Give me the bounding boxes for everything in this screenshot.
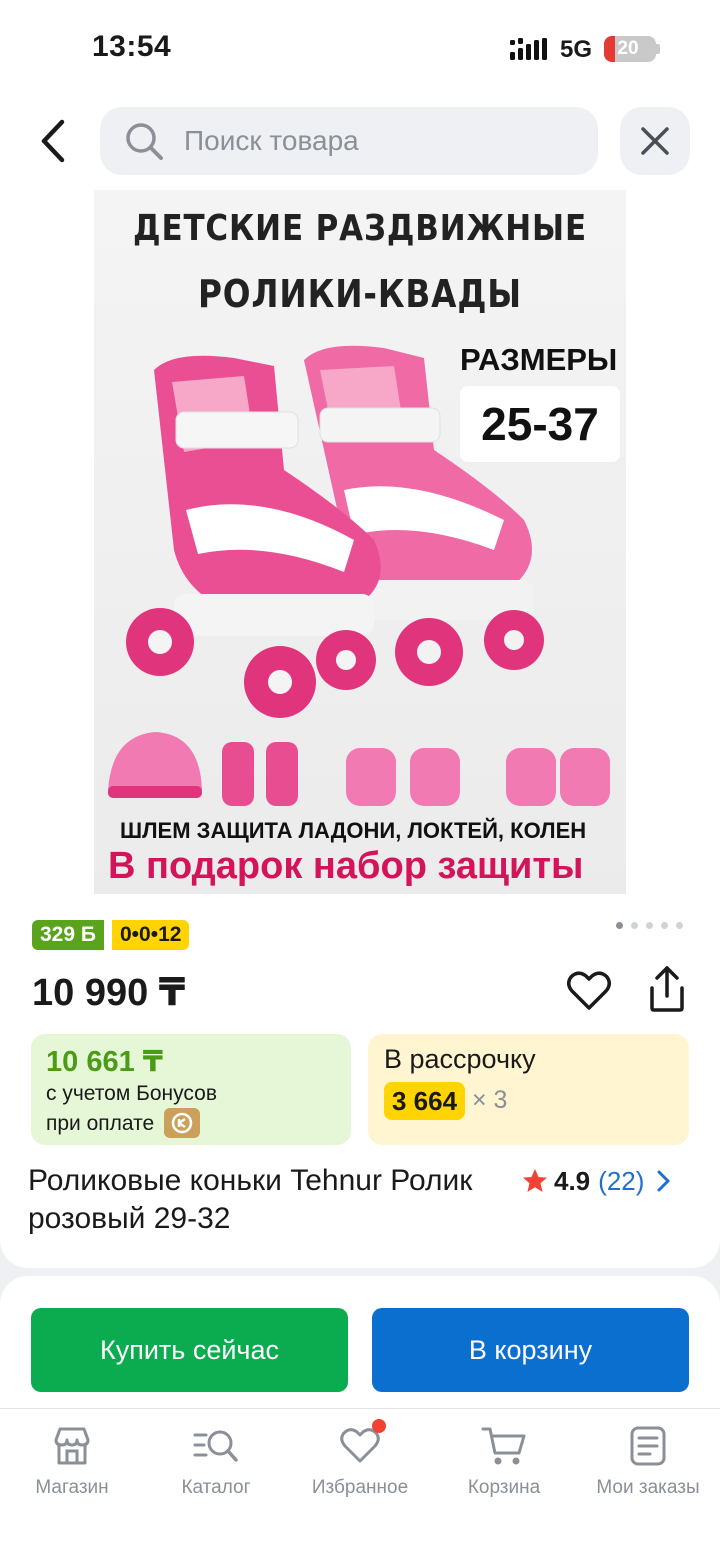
tab-cart[interactable]: Корзина — [432, 1409, 576, 1519]
gallery-dot — [676, 922, 683, 929]
shop-icon — [54, 1427, 90, 1465]
installment-multiplier: × 3 — [472, 1086, 508, 1114]
protection-set — [108, 732, 610, 806]
close-icon — [641, 127, 669, 155]
heart-icon — [567, 971, 611, 1010]
image-caption: ШЛЕМ ЗАЩИТА ЛАДОНИ, ЛОКТЕЙ, КОЛЕН — [120, 818, 587, 843]
roller-skates-illustration — [108, 345, 610, 806]
favorites-notification-dot — [372, 1419, 386, 1433]
buy-now-button[interactable]: Купить сейчас — [31, 1308, 348, 1392]
tab-label: Мои заказы — [596, 1477, 700, 1498]
catalog-icon — [193, 1430, 238, 1462]
status-bar: 13:54 5G 20 — [0, 0, 720, 96]
action-panel: Купить сейчас В корзину — [0, 1276, 720, 1408]
network-type: 5G — [560, 36, 593, 63]
search-icon — [126, 123, 163, 160]
tab-orders[interactable]: Мои заказы — [576, 1409, 720, 1519]
product-title: Роликовые коньки Tehnur Ролик розовый 29… — [28, 1164, 473, 1235]
product-card: 13:54 5G 20 Поиск товара ДЕТСКИЕ РАЗДВИЖ… — [0, 0, 720, 1268]
product-image[interactable]: ДЕТСКИЕ РАЗДВИЖНЫЕ РОЛИКИ-КВАДЫ РАЗМЕРЫ … — [94, 190, 626, 894]
reviews-count: (22) — [598, 1165, 645, 1196]
search-bar[interactable] — [100, 107, 598, 175]
tab-shop[interactable]: Магазин — [0, 1409, 144, 1519]
rating-value: 4.9 — [554, 1165, 591, 1196]
tab-favorites[interactable]: Избранное — [288, 1409, 432, 1519]
kaspi-icon — [164, 1108, 200, 1138]
search-input[interactable] — [184, 119, 584, 163]
gallery-dot-active — [616, 922, 623, 929]
bottom-tab-bar: Магазин Каталог Избранное Корзина Мои за… — [0, 1408, 720, 1561]
add-to-cart-button[interactable]: В корзину — [372, 1308, 689, 1392]
cart-icon — [481, 1427, 526, 1465]
tab-label: Корзина — [467, 1477, 541, 1498]
battery-tip — [656, 44, 660, 54]
share-icon — [650, 966, 684, 1012]
gallery-dot — [646, 922, 653, 929]
battery-icon: 20 — [604, 36, 656, 62]
tab-label: Избранное — [311, 1477, 409, 1498]
installment-offer-card[interactable]: В рассрочку 3 664 × 3 — [368, 1034, 689, 1145]
signal-icon — [510, 38, 547, 60]
installment-title: В рассрочку — [384, 1044, 536, 1074]
image-gift-text: В подарок набор защиты — [108, 845, 584, 887]
tab-label: Каталог — [181, 1477, 251, 1498]
bonus-price: 10 661 ₸ — [46, 1046, 163, 1078]
product-price: 10 990 ₸ — [32, 972, 186, 1014]
close-button[interactable] — [620, 107, 690, 175]
gallery-dots — [616, 922, 683, 930]
favorite-button[interactable] — [566, 968, 612, 1014]
tab-label: Магазин — [35, 1477, 109, 1498]
rating-link[interactable]: 4.9 (22) — [522, 1164, 674, 1198]
installment-badge: 0•0•12 — [112, 920, 190, 950]
chevron-left-icon — [41, 119, 65, 163]
bonus-note-line2: при оплате — [46, 1112, 155, 1135]
back-button[interactable] — [34, 118, 74, 164]
status-time: 13:54 — [92, 30, 172, 63]
tab-catalog[interactable]: Каталог — [144, 1409, 288, 1519]
bonus-note-line1: с учетом Бонусов — [46, 1082, 217, 1105]
gallery-dot — [661, 922, 668, 929]
orders-icon — [630, 1426, 666, 1466]
installment-monthly: 3 664 — [384, 1082, 466, 1120]
bonus-offer-card[interactable]: 10 661 ₸ с учетом Бонусов при оплате — [31, 1034, 351, 1145]
chevron-right-icon — [657, 1170, 670, 1192]
battery-level: 20 — [617, 38, 639, 59]
star-icon — [523, 1169, 547, 1192]
bonus-badge: 329 Б — [32, 920, 104, 950]
gallery-dot — [631, 922, 638, 929]
share-button[interactable] — [644, 964, 690, 1014]
